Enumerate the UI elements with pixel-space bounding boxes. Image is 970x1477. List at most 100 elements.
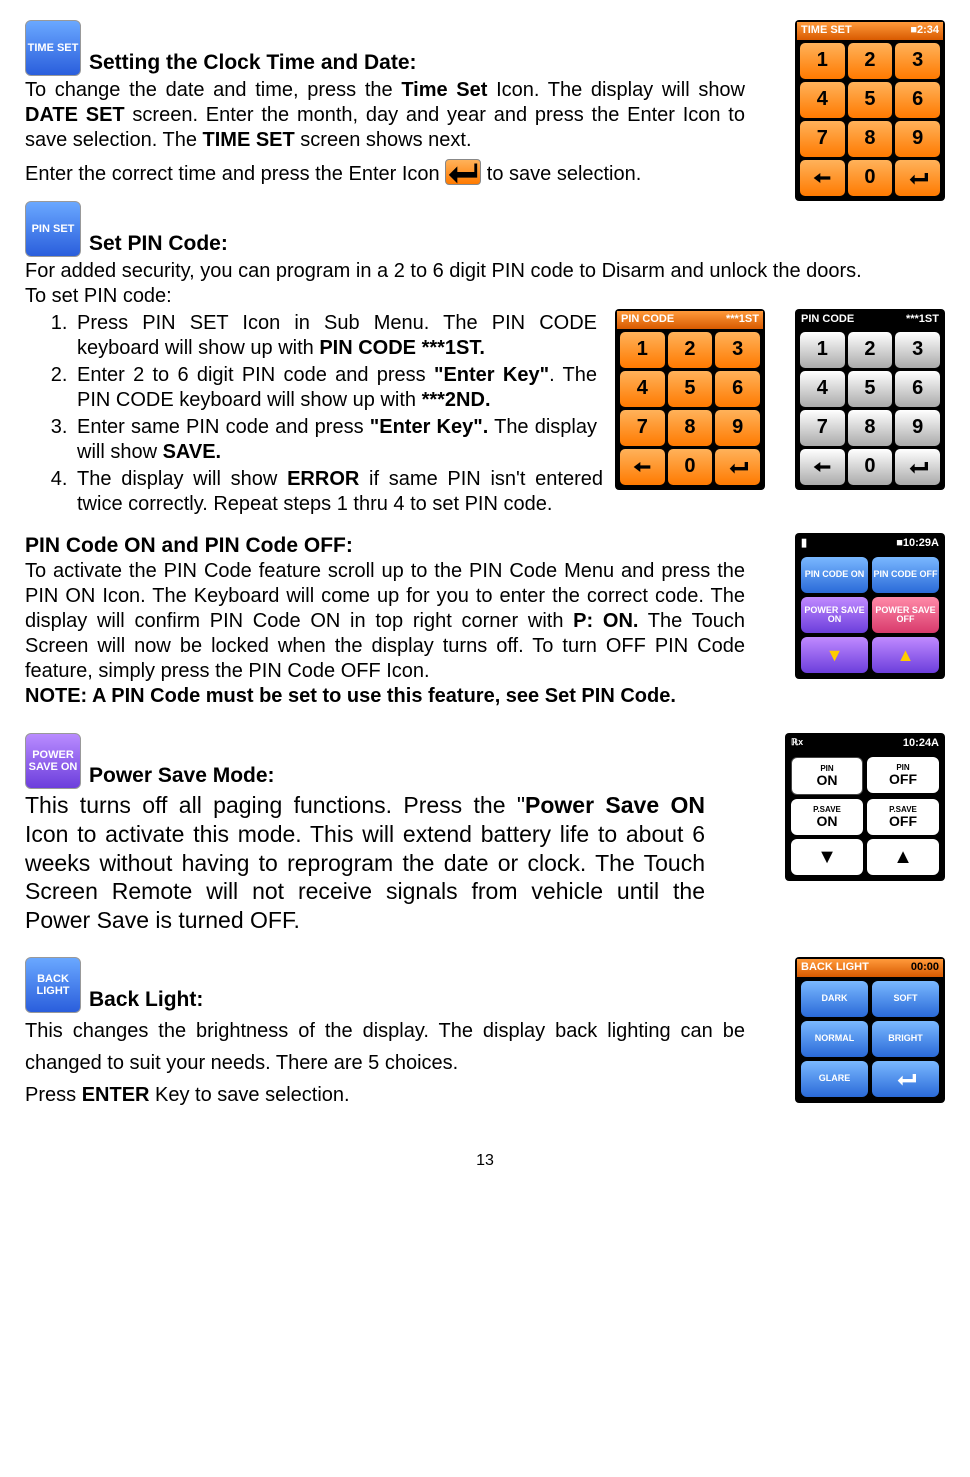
key-2[interactable]: 2 [848,332,893,368]
up-arrow-button[interactable]: ▲ [867,839,939,875]
step-1: Press PIN SET Icon in Sub Menu. The PIN … [73,311,597,361]
key-4[interactable]: 4 [620,371,665,407]
up-button[interactable]: ▲ [872,637,939,673]
key-8[interactable]: 8 [668,410,713,446]
key-3[interactable]: 3 [715,332,760,368]
key-5[interactable]: 5 [848,82,893,118]
psave-off-button[interactable]: P.SAVEOFF [867,799,939,835]
key-5[interactable]: 5 [848,371,893,407]
time-set-body-2: Enter the correct time and press the Ent… [25,159,745,187]
key-1[interactable]: 1 [620,332,665,368]
key-enter[interactable] [895,449,940,485]
icon-label: TIME SET [28,42,79,54]
pin-onoff-body: To activate the PIN Code feature scroll … [25,559,745,684]
step-3: Enter same PIN code and press "Enter Key… [73,415,597,465]
power-save-body: This turns off all paging functions. Pre… [25,791,705,935]
key-6[interactable]: 6 [715,371,760,407]
key-0[interactable]: 0 [848,449,893,485]
heading-power-save: Power Save Mode: [89,763,275,789]
section-time-set: TIME SET ■2:34 1 2 3 4 5 6 7 8 9 0 TIME … [25,20,945,187]
screenshot-pin-2: PIN CODE ***1ST 1 2 3 4 5 6 7 8 9 0 [795,309,945,490]
key-3[interactable]: 3 [895,43,940,79]
menu-grid: PINON PINOFF P.SAVEON P.SAVEOFF ▼ ▲ [787,753,943,879]
normal-button[interactable]: NORMAL [801,1021,868,1057]
key-8[interactable]: 8 [848,121,893,157]
key-7[interactable]: 7 [800,410,845,446]
screen-title-text: PIN CODE [621,313,674,327]
section-back-light: BACK LIGHT 00:00 DARK SOFT NORMAL BRIGHT… [25,957,945,1111]
key-3[interactable]: 3 [895,332,940,368]
key-1[interactable]: 1 [800,332,845,368]
down-arrow-button[interactable]: ▼ [791,839,863,875]
screen-title-text: BACK LIGHT [801,961,869,975]
pin-off-button[interactable]: PINOFF [867,757,939,793]
screen-title: BACK LIGHT 00:00 [797,959,943,977]
key-5[interactable]: 5 [668,371,713,407]
key-enter[interactable] [715,449,760,485]
key-back[interactable] [800,160,845,196]
screen-title-row: ℝx 10:24A [787,735,943,753]
keypad: 1 2 3 4 5 6 7 8 9 0 [797,329,943,488]
icon-label: PIN SET [32,223,75,235]
screenshot-time-set: TIME SET ■2:34 1 2 3 4 5 6 7 8 9 0 [795,20,945,201]
section-header: TIME SET Setting the Clock Time and Date… [25,20,783,76]
pin-on-button[interactable]: PINON [791,757,863,795]
key-4[interactable]: 4 [800,371,845,407]
key-9[interactable]: 9 [895,121,940,157]
pin-code-off-button[interactable]: PIN CODE OFF [872,557,939,593]
screen-title: PIN CODE ***1ST [797,311,943,329]
screenshot-pin-1: PIN CODE ***1ST 1 2 3 4 5 6 7 8 9 0 [615,309,765,490]
screen-status: ■2:34 [910,24,939,38]
power-save-on-button[interactable]: POWER SAVE ON [801,597,868,633]
psave-on-button[interactable]: P.SAVEON [791,799,863,835]
pin-code-on-button[interactable]: PIN CODE ON [801,557,868,593]
key-back[interactable] [620,449,665,485]
pin-set-icon: PIN SET [25,201,81,257]
key-4[interactable]: 4 [800,82,845,118]
section-power-save: ℝx 10:24A PINON PINOFF P.SAVEON P.SAVEOF… [25,733,945,935]
back-light-icon: BACK LIGHT [25,957,81,1013]
pin-body-2: To set PIN code: [25,284,945,309]
page-number: 13 [25,1151,945,1171]
screenshot-power-save: ℝx 10:24A PINON PINOFF P.SAVEON P.SAVEOF… [785,733,945,881]
section-header: PIN SET Set PIN Code: [25,201,945,257]
down-button[interactable]: ▼ [801,637,868,673]
power-save-off-button[interactable]: POWER SAVE OFF [872,597,939,633]
icon-label: POWER SAVE ON [26,749,80,773]
menu-grid: DARK SOFT NORMAL BRIGHT GLARE [797,977,943,1101]
back-light-body-2: Press ENTER Key to save selection. [25,1079,745,1111]
menu-grid: PIN CODE ON PIN CODE OFF POWER SAVE ON P… [797,553,943,677]
dark-button[interactable]: DARK [801,981,868,1017]
key-1[interactable]: 1 [800,43,845,79]
key-9[interactable]: 9 [895,410,940,446]
pin-body-1: For added security, you can program in a… [25,259,945,284]
key-9[interactable]: 9 [715,410,760,446]
bright-button[interactable]: BRIGHT [872,1021,939,1057]
rx-icon: ▮ [801,537,807,551]
soft-button[interactable]: SOFT [872,981,939,1017]
section-pin-onoff: ▮ ■10:29A PIN CODE ON PIN CODE OFF POWER… [25,533,945,709]
enter-icon [445,159,481,185]
key-back[interactable] [800,449,845,485]
section-header: BACK LIGHT Back Light: [25,957,783,1013]
key-2[interactable]: 2 [848,43,893,79]
key-6[interactable]: 6 [895,371,940,407]
key-enter[interactable] [895,160,940,196]
key-7[interactable]: 7 [620,410,665,446]
back-light-body-1: This changes the brightness of the displ… [25,1015,745,1079]
key-0[interactable]: 0 [848,160,893,196]
key-0[interactable]: 0 [668,449,713,485]
glare-button[interactable]: GLARE [801,1061,868,1097]
key-6[interactable]: 6 [895,82,940,118]
screen-title-row: ▮ ■10:29A [797,535,943,553]
enter-button[interactable] [872,1061,939,1097]
key-8[interactable]: 8 [848,410,893,446]
screen-status: ***1ST [726,313,759,327]
key-7[interactable]: 7 [800,121,845,157]
rx-icon: ℝx [791,737,803,751]
key-2[interactable]: 2 [668,332,713,368]
heading-back-light: Back Light: [89,987,203,1013]
time-set-body: To change the date and time, press the T… [25,78,745,153]
screen-status: 10:24A [903,737,939,751]
keypad: 1 2 3 4 5 6 7 8 9 0 [617,329,763,488]
